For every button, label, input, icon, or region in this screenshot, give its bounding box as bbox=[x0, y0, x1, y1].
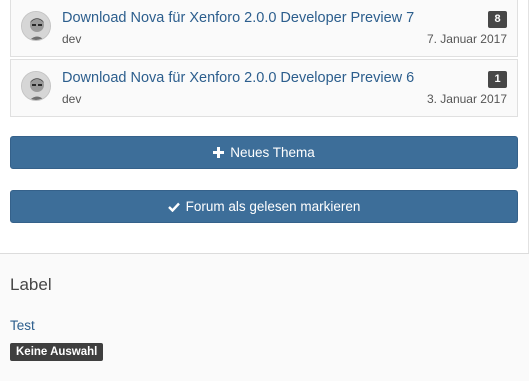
reply-count-badge: 8 bbox=[488, 11, 507, 28]
mark-forum-read-button[interactable]: Forum als gelesen markieren bbox=[10, 190, 518, 223]
thread-date: 7. Januar 2017 bbox=[426, 32, 507, 46]
thread-list: Download Nova für Xenforo 2.0.0 Develope… bbox=[10, 0, 518, 117]
thread-author[interactable]: dev bbox=[62, 32, 81, 46]
sidebar-heading: Label bbox=[10, 275, 52, 294]
mark-forum-read-label: Forum als gelesen markieren bbox=[185, 199, 361, 214]
label-tag[interactable]: Keine Auswahl bbox=[10, 343, 104, 361]
thread-list-panel: Download Nova für Xenforo 2.0.0 Develope… bbox=[0, 0, 529, 253]
reply-count-badge: 1 bbox=[488, 71, 507, 88]
new-thread-button[interactable]: Neues Thema bbox=[10, 136, 518, 169]
thread-row[interactable]: Download Nova für Xenforo 2.0.0 Develope… bbox=[10, 59, 518, 117]
thread-title-link[interactable]: Download Nova für Xenforo 2.0.0 Develope… bbox=[62, 70, 414, 86]
user-avatar-icon[interactable] bbox=[21, 71, 51, 101]
check-icon bbox=[167, 202, 180, 212]
new-thread-label: Neues Thema bbox=[230, 145, 315, 160]
thread-row[interactable]: Download Nova für Xenforo 2.0.0 Develope… bbox=[10, 0, 518, 57]
thread-title-link[interactable]: Download Nova für Xenforo 2.0.0 Develope… bbox=[62, 10, 414, 26]
thread-author[interactable]: dev bbox=[62, 92, 81, 106]
label-filter-link[interactable]: Test bbox=[10, 318, 35, 333]
plus-icon bbox=[213, 147, 225, 158]
thread-date: 3. Januar 2017 bbox=[426, 92, 507, 106]
section-divider bbox=[0, 253, 529, 254]
user-avatar-icon[interactable] bbox=[21, 11, 51, 41]
